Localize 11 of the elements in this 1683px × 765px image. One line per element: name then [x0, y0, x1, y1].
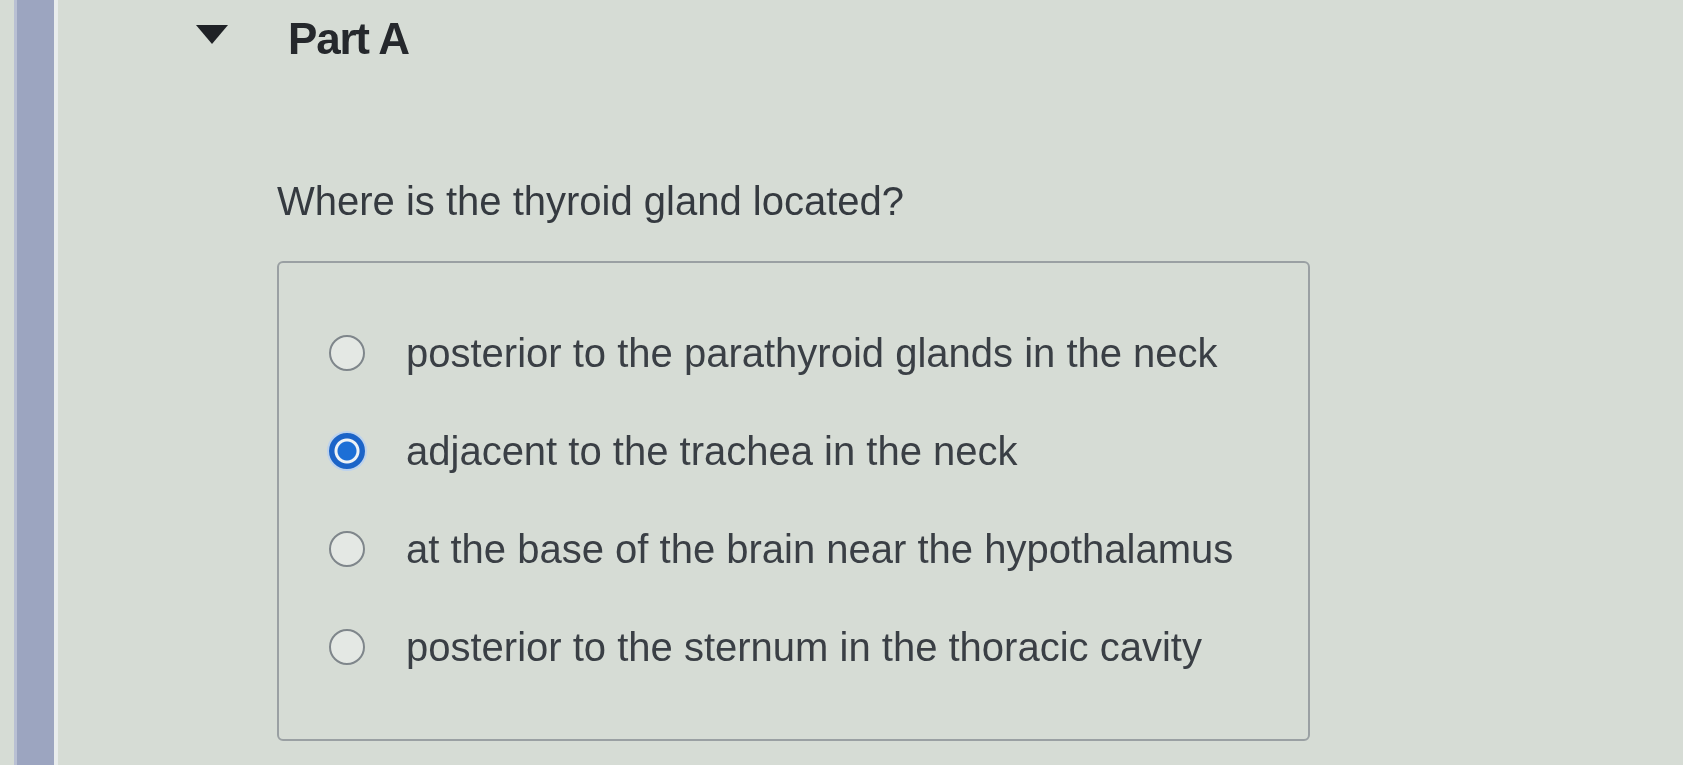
option-label: posterior to the parathyroid glands in the neck: [406, 333, 1218, 373]
radio-button[interactable]: [329, 629, 365, 665]
radio-button[interactable]: [329, 531, 365, 567]
section-title: Part A: [288, 17, 409, 61]
radio-button[interactable]: [329, 335, 365, 371]
radio-button[interactable]: [329, 433, 365, 469]
caret-icon[interactable]: [196, 25, 228, 44]
option-label: adjacent to the trachea in the neck: [406, 431, 1018, 471]
question-text: Where is the thyroid gland located?: [277, 181, 906, 221]
option-label: posterior to the sternum in the thoracic cavity: [406, 627, 1202, 667]
option-label: at the base of the brain near the hypothalamus: [406, 529, 1234, 569]
